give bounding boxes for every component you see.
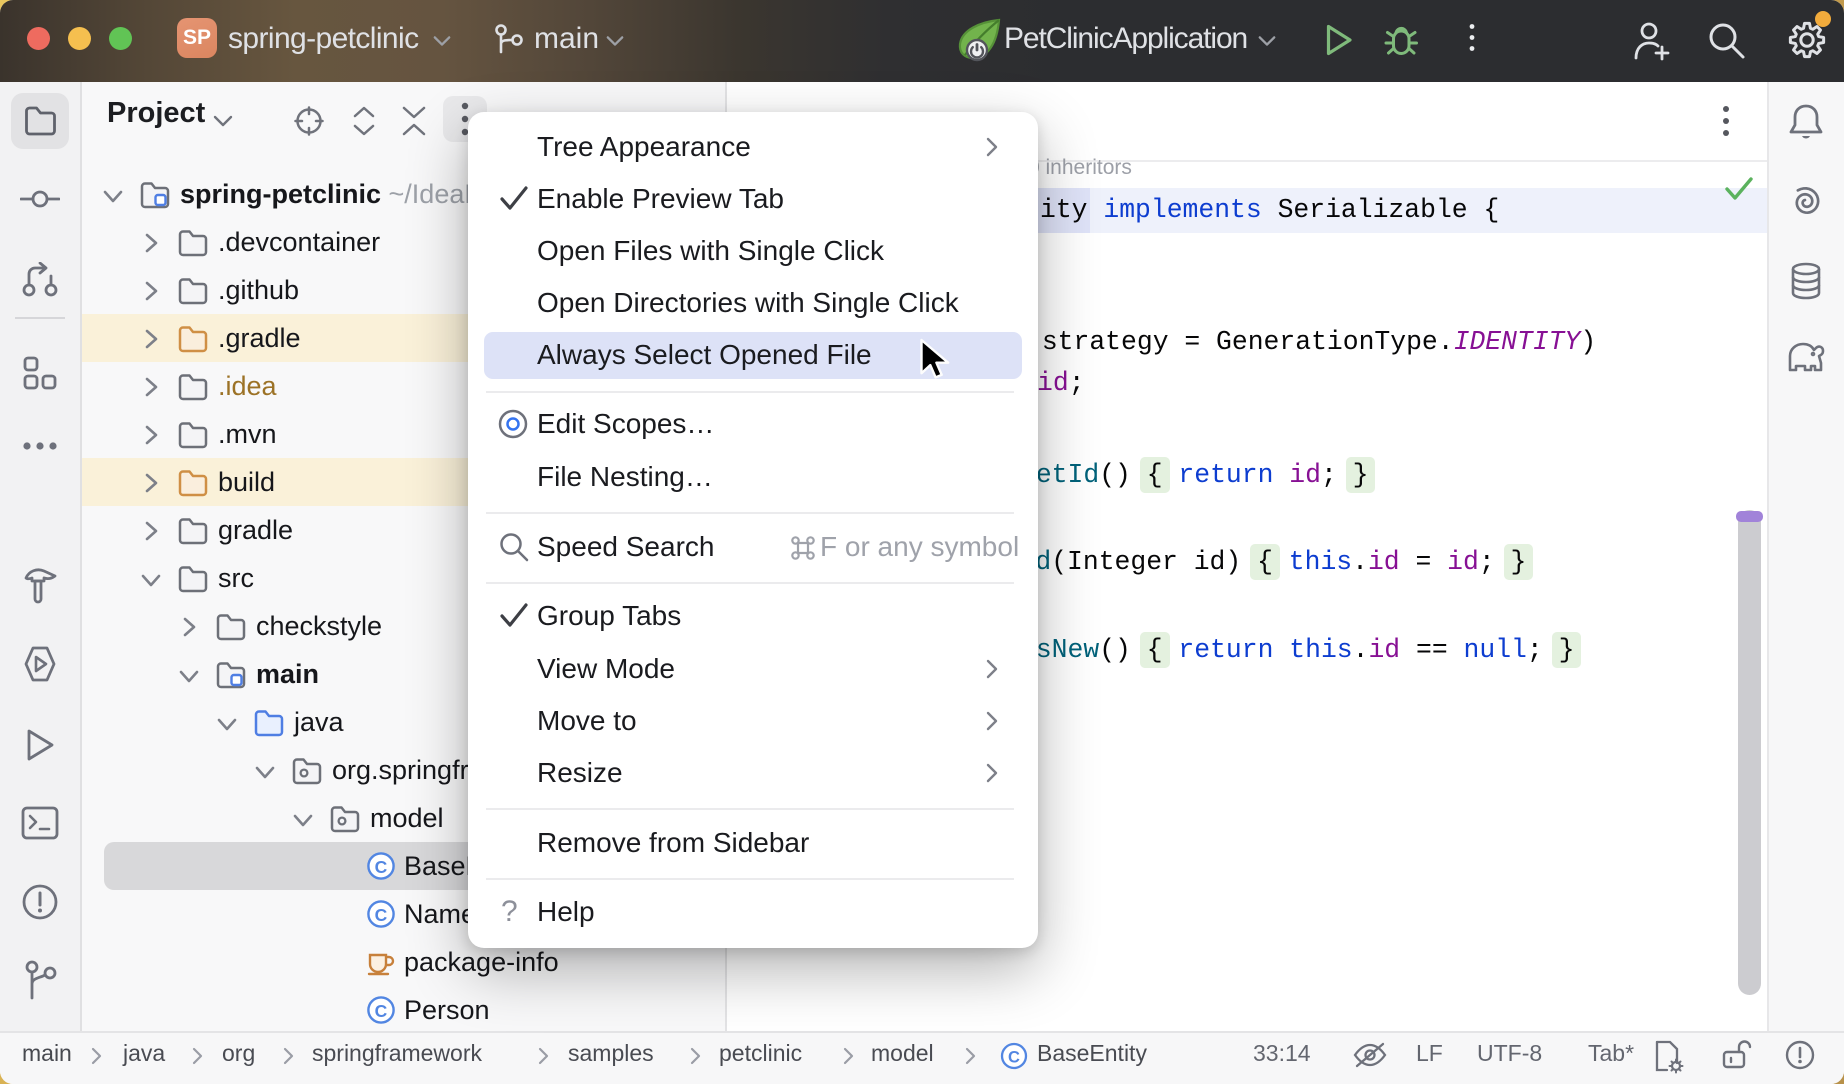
svg-text:C: C [1008, 1049, 1020, 1067]
svg-text:C: C [375, 1001, 388, 1021]
svg-text:C: C [375, 905, 388, 925]
svg-text:C: C [375, 857, 388, 877]
